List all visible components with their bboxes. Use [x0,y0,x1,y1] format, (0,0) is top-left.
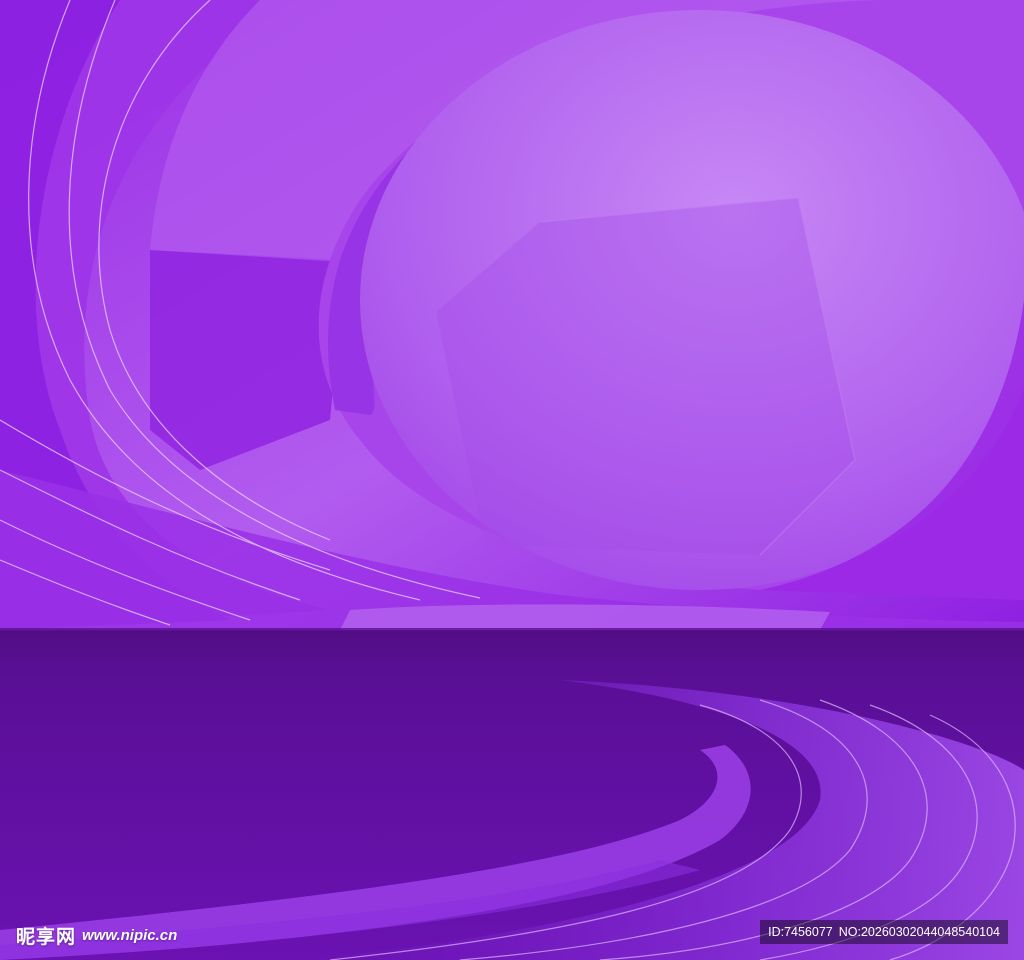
background-canvas: 昵享网 www.nipic.cn ID:7456077 NO:202603020… [0,0,1024,960]
image-id-text: ID:7456077 [768,925,833,939]
watermark-brand: 昵享网 [16,925,77,948]
floor-horizon-line [0,628,1024,631]
image-id-badge: ID:7456077 NO:20260302044048540104 [760,920,1008,944]
image-no-text: NO:20260302044048540104 [838,925,1000,939]
watermark-site: www.nipic.cn [82,926,178,944]
purple-abstract-background [0,0,1024,960]
nipic-watermark-logo: 昵享网 www.nipic.cn [16,920,177,950]
